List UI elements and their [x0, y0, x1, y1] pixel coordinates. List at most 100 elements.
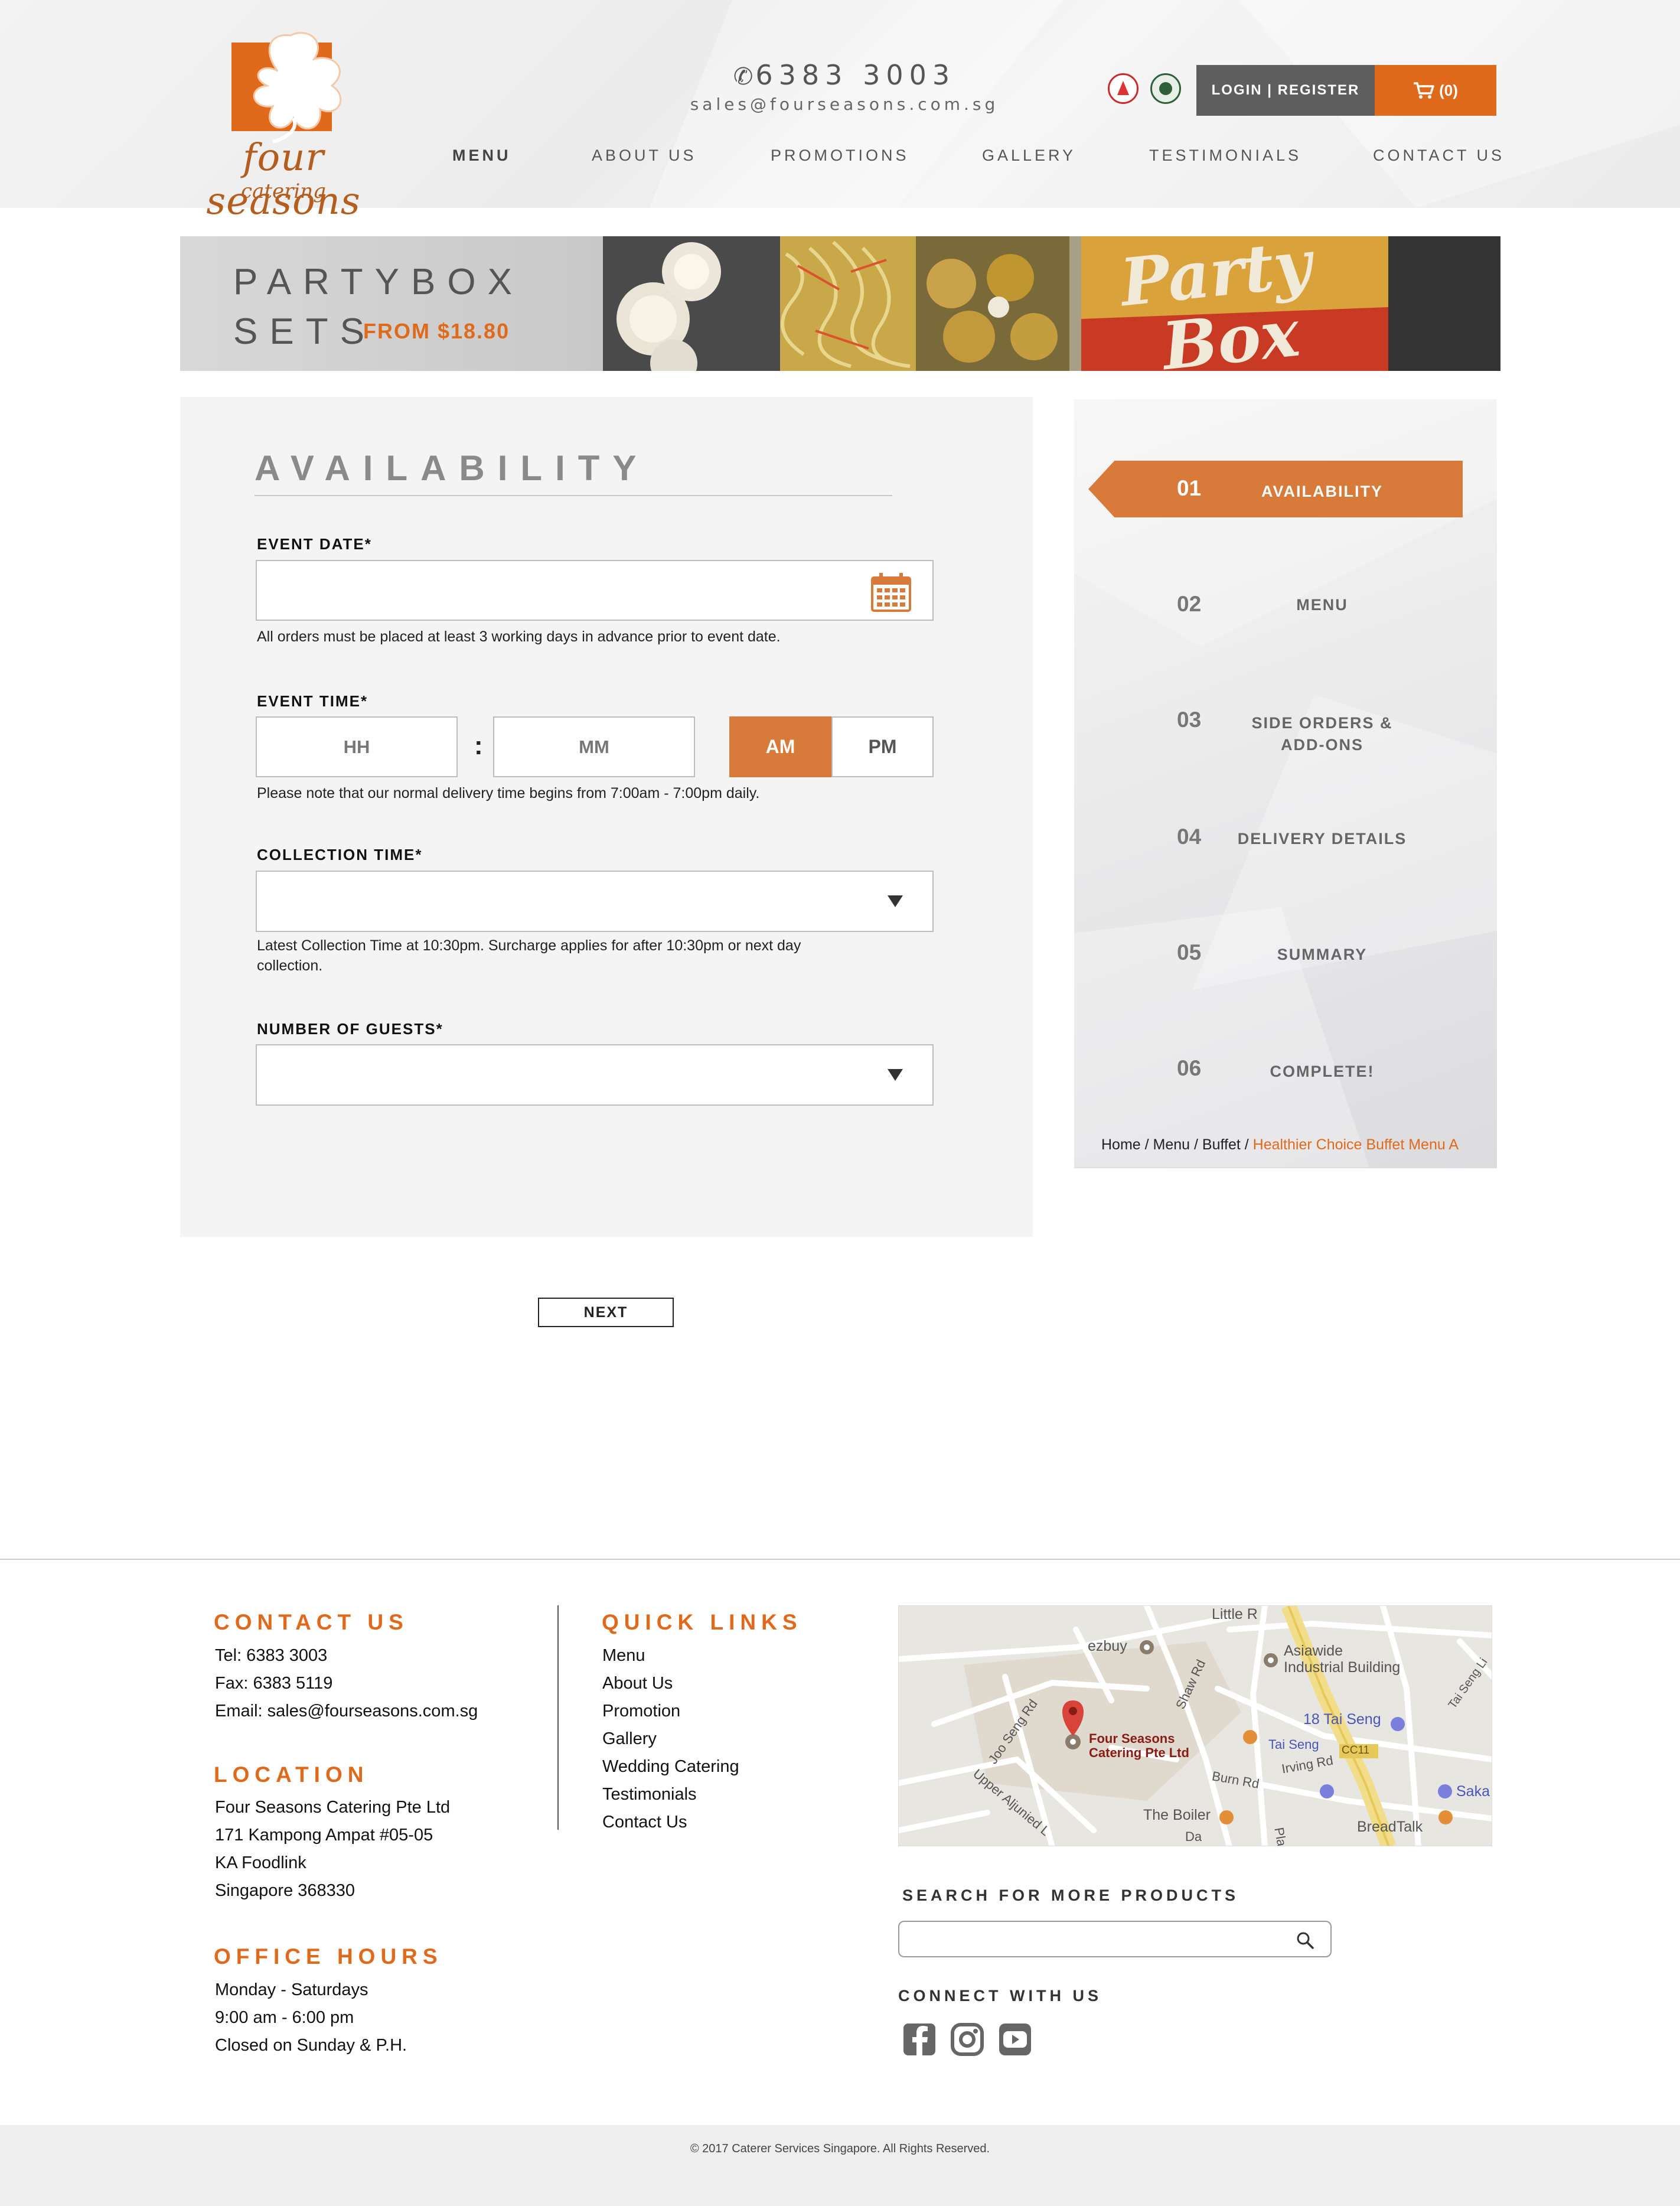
am-toggle[interactable]: AM	[729, 716, 831, 777]
copyright: © 2017 Caterer Services Singapore. All R…	[690, 2142, 990, 2155]
contact-tel[interactable]: Tel: 6383 3003	[215, 1642, 478, 1670]
collection-time-label: COLLECTION TIME*	[257, 846, 423, 863]
connect-heading: CONNECT WITH US	[898, 1987, 1102, 2005]
quick-link-menu[interactable]: Menu	[602, 1642, 739, 1670]
collection-help-line1: Latest Collection Time at 10:30pm. Surch…	[257, 937, 801, 954]
cart-count: (0)	[1439, 81, 1458, 99]
youtube-icon[interactable]	[998, 2022, 1032, 2057]
partybox-food-image: Party Box	[603, 236, 1500, 371]
form-title-rule	[255, 495, 892, 496]
hours-line: Monday - Saturdays	[215, 1980, 368, 1999]
quick-link-contact[interactable]: Contact Us	[602, 1809, 739, 1836]
nav-gallery[interactable]: GALLERY	[982, 146, 1076, 165]
collection-time-select[interactable]	[256, 871, 934, 932]
phone-number: 6383 3003	[755, 59, 956, 91]
step-4-number: 04	[1177, 825, 1202, 849]
header-email[interactable]: sales@fourseasons.com.sg	[650, 95, 1039, 114]
promo-banner[interactable]: PARTYBOX SETS FROM $18.80 Party Box	[180, 236, 1500, 371]
login-register-button[interactable]: LOGIN | REGISTER	[1196, 65, 1375, 116]
breadcrumb-home[interactable]: Home	[1101, 1136, 1141, 1153]
hours-line: 9:00 am - 6:00 pm	[215, 2008, 354, 2027]
product-search	[898, 1921, 1332, 1957]
map-label: CC11	[1342, 1744, 1370, 1757]
site-header: four seasons catering ✆6383 3003 sales@f…	[0, 0, 1680, 223]
chevron-down-icon	[888, 1069, 903, 1081]
location-block: Four Seasons Catering Pte Ltd 171 Kampon…	[215, 1794, 450, 1905]
event-date-field[interactable]	[256, 560, 934, 621]
breadcrumb-separator: /	[1190, 1136, 1202, 1153]
pm-toggle[interactable]: PM	[831, 716, 934, 777]
search-input[interactable]	[908, 1927, 1274, 1951]
facebook-icon[interactable]	[902, 2022, 937, 2057]
map-label: Industrial Building	[1284, 1659, 1401, 1676]
guests-select[interactable]	[256, 1044, 934, 1106]
step-3-label[interactable]: SIDE ORDERS & ADD-ONS	[1222, 712, 1423, 756]
contact-heading: CONTACT US	[214, 1610, 409, 1634]
quick-link-promotion[interactable]: Promotion	[602, 1697, 739, 1725]
nav-menu[interactable]: MENU	[452, 146, 511, 165]
nav-testimonials[interactable]: TESTIMONIALS	[1149, 146, 1301, 165]
hours-line: Closed on Sunday & P.H.	[215, 2036, 407, 2055]
step-6-label[interactable]: COMPLETE!	[1239, 1061, 1405, 1083]
phone-icon: ✆	[733, 63, 753, 90]
breadcrumb-separator: /	[1140, 1136, 1153, 1153]
minute-placeholder: MM	[579, 736, 609, 757]
contact-block: Tel: 6383 3003 Fax: 6383 5119 Email: sal…	[215, 1642, 478, 1725]
hours-heading: OFFICE HOURS	[214, 1944, 443, 1969]
cart-button[interactable]: (0)	[1375, 65, 1496, 116]
event-date-help: All orders must be placed at least 3 wor…	[257, 628, 781, 645]
availability-form: AVAILABILITY EVENT DATE* All orders must…	[180, 397, 1033, 1237]
map-label: 18 Tai Seng	[1303, 1711, 1381, 1728]
calendar-icon[interactable]	[870, 571, 912, 613]
nav-promotions[interactable]: PROMOTIONS	[771, 146, 909, 165]
step-2-label[interactable]: MENU	[1239, 594, 1405, 616]
step-6-number: 06	[1177, 1056, 1202, 1080]
time-separator: :	[474, 731, 483, 760]
location-heading: LOCATION	[214, 1762, 369, 1787]
instagram-icon[interactable]	[950, 2022, 984, 2057]
step-1-label[interactable]: AVAILABILITY	[1239, 481, 1405, 503]
quick-link-wedding[interactable]: Wedding Catering	[602, 1753, 739, 1781]
quick-links-heading: QUICK LINKS	[602, 1610, 803, 1634]
quick-link-gallery[interactable]: Gallery	[602, 1725, 739, 1753]
search-icon[interactable]	[1295, 1930, 1315, 1950]
quick-link-testimonials[interactable]: Testimonials	[602, 1781, 739, 1809]
banner-title-line1: PARTYBOX	[233, 262, 524, 302]
collection-help-line2: collection.	[257, 957, 323, 974]
order-steps: 01 AVAILABILITY 02 MENU 03 SIDE ORDERS &…	[1074, 399, 1497, 1168]
map-label: Saka	[1456, 1783, 1490, 1800]
hour-input[interactable]: HH	[256, 716, 458, 777]
hours-block: Monday - Saturdays 9:00 am - 6:00 pm Clo…	[215, 1976, 407, 2060]
quick-links: Menu About Us Promotion Gallery Wedding …	[602, 1642, 739, 1836]
search-heading: SEARCH FOR MORE PRODUCTS	[902, 1886, 1239, 1904]
next-button[interactable]: NEXT	[538, 1298, 674, 1327]
footer-bottom-bar	[0, 2125, 1680, 2206]
footer-divider	[0, 1559, 1680, 1560]
minute-input[interactable]: MM	[493, 716, 695, 777]
contact-email[interactable]: Email: sales@fourseasons.com.sg	[215, 1697, 478, 1725]
header-phone[interactable]: ✆6383 3003	[679, 59, 1010, 91]
map-label: Da	[1185, 1829, 1202, 1844]
breadcrumb-menu[interactable]: Menu	[1153, 1136, 1190, 1153]
location-map[interactable]: Little R ezbuy Asiawide Industrial Build…	[898, 1605, 1492, 1846]
step-5-number: 05	[1177, 940, 1202, 964]
quick-link-about[interactable]: About Us	[602, 1670, 739, 1697]
step-5-label[interactable]: SUMMARY	[1239, 944, 1405, 966]
form-title: AVAILABILITY	[255, 448, 650, 488]
step-2-number: 02	[1177, 592, 1202, 616]
event-time-label: EVENT TIME*	[257, 692, 368, 710]
address-line: Four Seasons Catering Pte Ltd	[215, 1798, 451, 1817]
nav-contact-us[interactable]: CONTACT US	[1373, 146, 1505, 165]
banner-text-area: PARTYBOX SETS FROM $18.80	[180, 236, 603, 371]
step-1-number: 01	[1177, 476, 1202, 500]
certification-badge-icon	[1108, 73, 1139, 104]
breadcrumb-buffet[interactable]: Buffet	[1202, 1136, 1241, 1153]
nav-about-us[interactable]: ABOUT US	[592, 146, 697, 165]
breadcrumb: Home / Menu / Buffet / Healthier Choice …	[1101, 1136, 1459, 1153]
map-label: Tai Seng	[1268, 1737, 1319, 1752]
address-line: 171 Kampong Ampat #05-05	[215, 1826, 433, 1845]
breadcrumb-current: Healthier Choice Buffet Menu A	[1252, 1136, 1459, 1153]
banner-title-line2: SETS	[233, 311, 376, 352]
step-4-label[interactable]: DELIVERY DETAILS	[1210, 828, 1434, 850]
guests-label: NUMBER OF GUESTS*	[257, 1020, 443, 1038]
